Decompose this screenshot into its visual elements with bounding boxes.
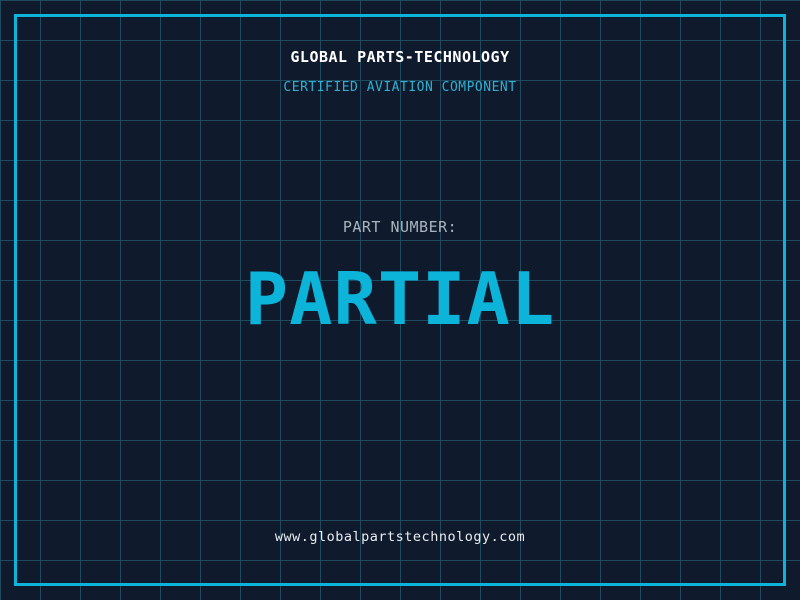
part-number-label: PART NUMBER: (342, 218, 458, 236)
company-title: GLOBAL PARTS-TECHNOLOGY (290, 48, 510, 66)
website-url: www.globalpartstechnology.com (274, 529, 526, 545)
part-number-value: PARTIAL (244, 257, 556, 341)
certification-subtitle: CERTIFIED AVIATION COMPONENT (283, 80, 517, 95)
